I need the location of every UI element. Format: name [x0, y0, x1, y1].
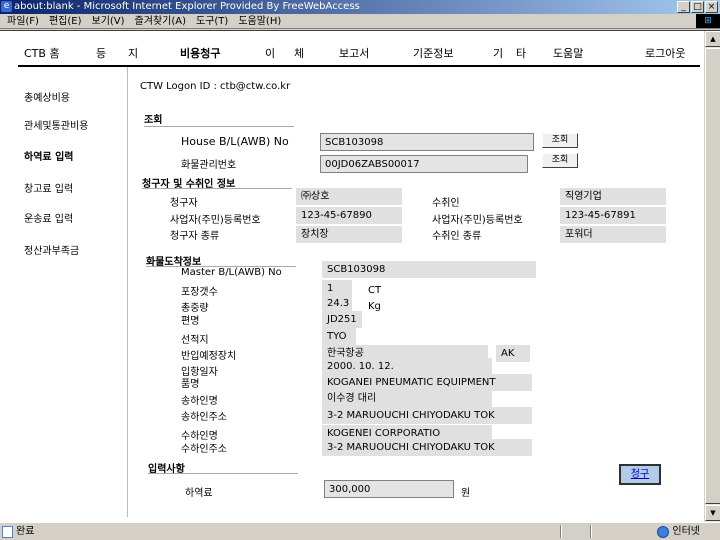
minimize-button[interactable]: _: [677, 1, 690, 13]
nav-register-1[interactable]: 등: [96, 45, 106, 61]
nav-help[interactable]: 도움말: [553, 45, 583, 61]
menu-edit[interactable]: 편집(E): [44, 14, 87, 28]
nav-other-2[interactable]: 타: [516, 45, 526, 61]
zone-text: 인터넷: [672, 526, 700, 537]
shipper-name-label: 송하인명: [181, 396, 218, 407]
menu-file[interactable]: 파일(F): [2, 14, 44, 28]
consignee-address-label: 수하인주소: [181, 444, 227, 455]
house-bl-search-button[interactable]: 조회: [542, 133, 578, 148]
scroll-up-icon[interactable]: ▲: [705, 31, 720, 47]
nav-logout[interactable]: 로그아웃: [645, 45, 685, 61]
storage-code: AK: [496, 345, 530, 362]
handling-fee-label: 하역료: [185, 488, 213, 499]
storage-label: 반입예정장치: [181, 351, 237, 362]
cargo-no-label: 화물관리번호: [181, 160, 237, 171]
package-unit: CT: [368, 285, 382, 296]
cargo-no-search-button[interactable]: 조회: [542, 153, 578, 168]
port-value: TYO: [322, 328, 356, 345]
sidebar-divider: [127, 67, 128, 517]
nav-master-data[interactable]: 기준정보: [413, 45, 453, 61]
weight-value: 24.3: [322, 295, 352, 312]
payee-reg-label: 사업자(주민)등록번호: [432, 215, 523, 226]
ie-icon: e: [1, 1, 12, 12]
arrival-date-value: 2000. 10. 12.: [322, 358, 492, 375]
flight-label: 편명: [181, 316, 200, 327]
claim-button[interactable]: 청구: [619, 464, 661, 485]
close-button[interactable]: ×: [705, 1, 718, 13]
flight-value: JD251: [322, 311, 362, 328]
sidebar-item-expected-cost[interactable]: 총예상비용: [24, 89, 70, 104]
master-bl-value: SCB103098: [322, 261, 536, 278]
scroll-thumb[interactable]: [705, 48, 720, 504]
page-viewport: CTB 홈 등 지 비용청구 이 체 보고서 기준정보 기 타 도움말 로그아웃…: [0, 30, 720, 522]
menu-view[interactable]: 보기(V): [87, 14, 130, 28]
item-name-value: KOGANEI PNEUMATIC EQUIPMENT: [322, 374, 532, 391]
menu-tools[interactable]: 도구(T): [191, 14, 233, 28]
sidebar-item-storage-fee[interactable]: 창고료 입력: [24, 180, 73, 195]
windows-logo-icon: ⊞: [696, 14, 720, 28]
internet-zone-icon: [657, 525, 670, 538]
currency-unit: 원: [461, 488, 471, 499]
section-underline: [148, 473, 298, 474]
sidebar-item-settlement[interactable]: 정산과부족금: [24, 242, 79, 257]
claimant-label: 청구자: [170, 198, 198, 209]
sidebar-item-transport-fee[interactable]: 운송료 입력: [24, 210, 73, 225]
shipper-name-value: 이수경 대리: [322, 390, 492, 407]
shipper-address-label: 송하인주소: [181, 412, 227, 423]
claimant-type-label: 청구자 종류: [170, 231, 220, 242]
consignee-address-value: 3-2 MARUOUCHI CHIYODAKU TOK: [322, 439, 532, 456]
status-divider: [560, 525, 562, 538]
payee-type-label: 수취인 종류: [432, 231, 482, 242]
status-left: 완료: [2, 523, 34, 540]
claimant-value: ㈜상호: [296, 188, 402, 205]
house-bl-label: House B/L(AWB) No: [181, 135, 289, 148]
nav-ctb-home[interactable]: CTB 홈: [24, 45, 60, 61]
inquiry-section-title: 조회: [144, 115, 163, 126]
nav-divider: [18, 65, 700, 67]
item-name-label: 품명: [181, 379, 200, 390]
cargo-no-input[interactable]: 00JD06ZABS00017: [320, 155, 528, 173]
window-title: about:blank - Microsoft Internet Explore…: [14, 1, 360, 12]
nav-register-2[interactable]: 지: [128, 45, 138, 61]
section-underline: [142, 188, 292, 189]
nav-transfer-1[interactable]: 이: [265, 45, 275, 61]
sidebar-item-customs-cost[interactable]: 관세및통관비용: [24, 117, 88, 132]
claimant-reg-label: 사업자(주민)등록번호: [170, 215, 261, 226]
handling-fee-input[interactable]: 300,000: [324, 480, 454, 498]
package-count-label: 포장갯수: [181, 287, 218, 298]
status-bar: 완료 인터넷: [0, 522, 720, 540]
top-nav: CTB 홈 등 지 비용청구 이 체 보고서 기준정보 기 타 도움말 로그아웃: [0, 41, 704, 65]
status-divider: [590, 525, 592, 538]
logon-id: CTW Logon ID : ctb@ctw.co.kr: [140, 81, 291, 92]
menu-help[interactable]: 도움말(H): [233, 14, 286, 28]
nav-billing[interactable]: 비용청구: [180, 45, 220, 61]
nav-other-1[interactable]: 기: [493, 45, 503, 61]
nav-transfer-2[interactable]: 체: [294, 45, 304, 61]
payee-value: 직영기업: [560, 188, 666, 205]
house-bl-input[interactable]: SCB103098: [320, 133, 534, 151]
status-zone: 인터넷: [657, 523, 700, 540]
window-controls: _ □ ×: [677, 1, 718, 13]
menu-favorites[interactable]: 즐겨찾기(A): [130, 14, 191, 28]
master-bl-label: Master B/L(AWB) No: [181, 267, 282, 278]
page-done-icon: [2, 525, 13, 538]
scroll-down-icon[interactable]: ▼: [705, 505, 720, 521]
payee-reg-value: 123-45-67891: [560, 207, 666, 224]
sidebar-item-handling-fee[interactable]: 하역료 입력: [24, 148, 73, 163]
vertical-scrollbar[interactable]: ▲ ▼: [704, 31, 720, 522]
nav-reports[interactable]: 보고서: [339, 45, 369, 61]
maximize-button[interactable]: □: [691, 1, 704, 13]
payee-type-value: 포워더: [560, 226, 666, 243]
claimant-type-value: 장치장: [296, 226, 402, 243]
status-text: 완료: [16, 526, 35, 537]
claimant-reg-value: 123-45-67890: [296, 207, 402, 224]
window-title-bar: e about:blank - Microsoft Internet Explo…: [0, 0, 720, 14]
section-underline: [144, 126, 294, 127]
port-label: 선적지: [181, 335, 209, 346]
menu-bar: 파일(F) 편집(E) 보기(V) 즐겨찾기(A) 도구(T) 도움말(H) ⊞: [0, 14, 720, 29]
payee-label: 수취인: [432, 198, 460, 209]
weight-unit: Kg: [368, 301, 381, 312]
shipper-address-value: 3-2 MARUOUCHI CHIYODAKU TOK: [322, 407, 532, 424]
